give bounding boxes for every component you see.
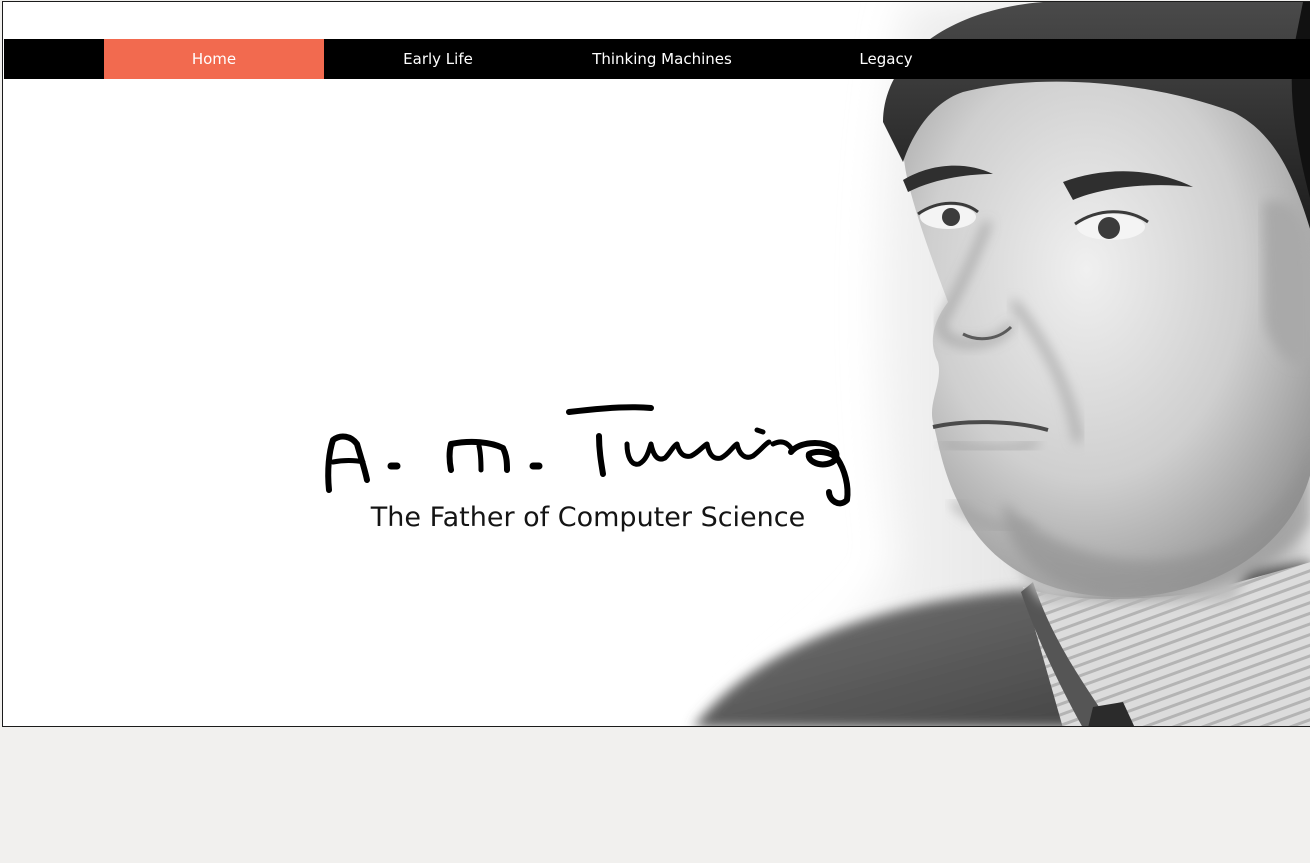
nav-item-thinking-machines[interactable]: Thinking Machines (552, 39, 772, 79)
nav-item-home[interactable]: Home (104, 39, 324, 79)
signature-image (325, 404, 851, 507)
nav-item-early-life[interactable]: Early Life (328, 39, 548, 79)
portrait-photo (694, 2, 1310, 726)
nav-item-legacy[interactable]: Legacy (776, 39, 996, 79)
top-navigation-bar: Home Early Life Thinking Machines Legacy (4, 39, 1310, 79)
hero-section: The Father of Computer Science Home Earl… (2, 1, 1310, 727)
page-background-area (0, 728, 1310, 863)
hero-tagline: The Father of Computer Science (370, 502, 806, 533)
